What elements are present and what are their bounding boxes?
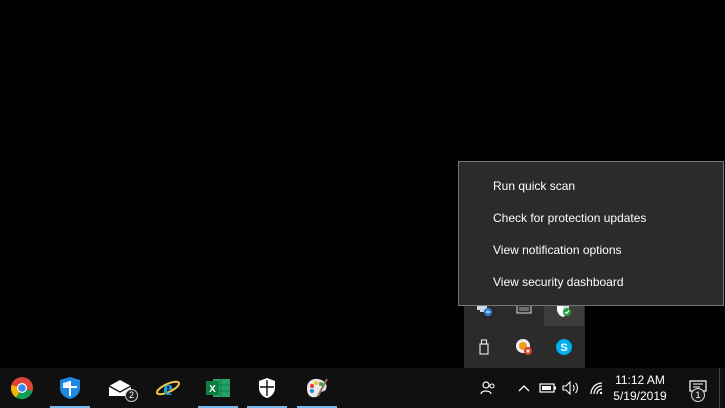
show-desktop-button[interactable]	[719, 368, 725, 408]
wifi-icon[interactable]	[586, 368, 608, 408]
menu-item-view-security-dashboard[interactable]: View security dashboard	[459, 266, 723, 298]
taskbar-app-chrome[interactable]	[2, 368, 42, 408]
taskbar-clock[interactable]: 11:12 AM 5/19/2019	[608, 370, 672, 406]
svg-text:e: e	[163, 376, 173, 400]
skype-icon[interactable]: S	[544, 330, 584, 364]
taskbar-app-internet-explorer[interactable]: e	[148, 368, 188, 408]
svg-text:X: X	[209, 384, 216, 395]
excel-icon: X	[206, 379, 230, 397]
paint-icon	[307, 378, 328, 398]
show-hidden-icons-chevron-icon[interactable]	[513, 368, 535, 408]
app-update-icon[interactable]	[504, 330, 544, 364]
taskbar-app-windows-defender[interactable]	[50, 368, 90, 408]
windows-security-context-menu: Run quick scan Check for protection upda…	[458, 161, 724, 306]
mail-unread-badge: 2	[125, 389, 138, 402]
clock-time: 11:12 AM	[615, 373, 665, 387]
notification-count-badge: 1	[691, 388, 705, 402]
battery-icon[interactable]	[537, 368, 559, 408]
menu-item-check-protection-updates[interactable]: Check for protection updates	[459, 202, 723, 234]
taskbar-app-excel[interactable]: X	[198, 368, 238, 408]
people-icon[interactable]	[477, 368, 499, 408]
chrome-icon	[10, 377, 33, 400]
svg-text:S: S	[560, 342, 567, 354]
taskbar-app-mail[interactable]: 2	[100, 368, 140, 408]
windows-defender-shield-icon	[60, 377, 80, 399]
menu-item-view-notification-options[interactable]: View notification options	[459, 234, 723, 266]
usb-drive-icon[interactable]	[464, 330, 504, 364]
clock-date: 5/19/2019	[613, 389, 667, 403]
windows-security-icon	[259, 378, 275, 398]
taskbar-app-windows-security[interactable]	[247, 368, 287, 408]
volume-icon[interactable]	[560, 368, 582, 408]
taskbar: 2 e X 11:12 AM 5/19/2019 1	[0, 368, 725, 408]
internet-explorer-icon: e	[155, 376, 181, 400]
taskbar-app-paint[interactable]	[297, 368, 337, 408]
menu-item-run-quick-scan[interactable]: Run quick scan	[459, 170, 723, 202]
